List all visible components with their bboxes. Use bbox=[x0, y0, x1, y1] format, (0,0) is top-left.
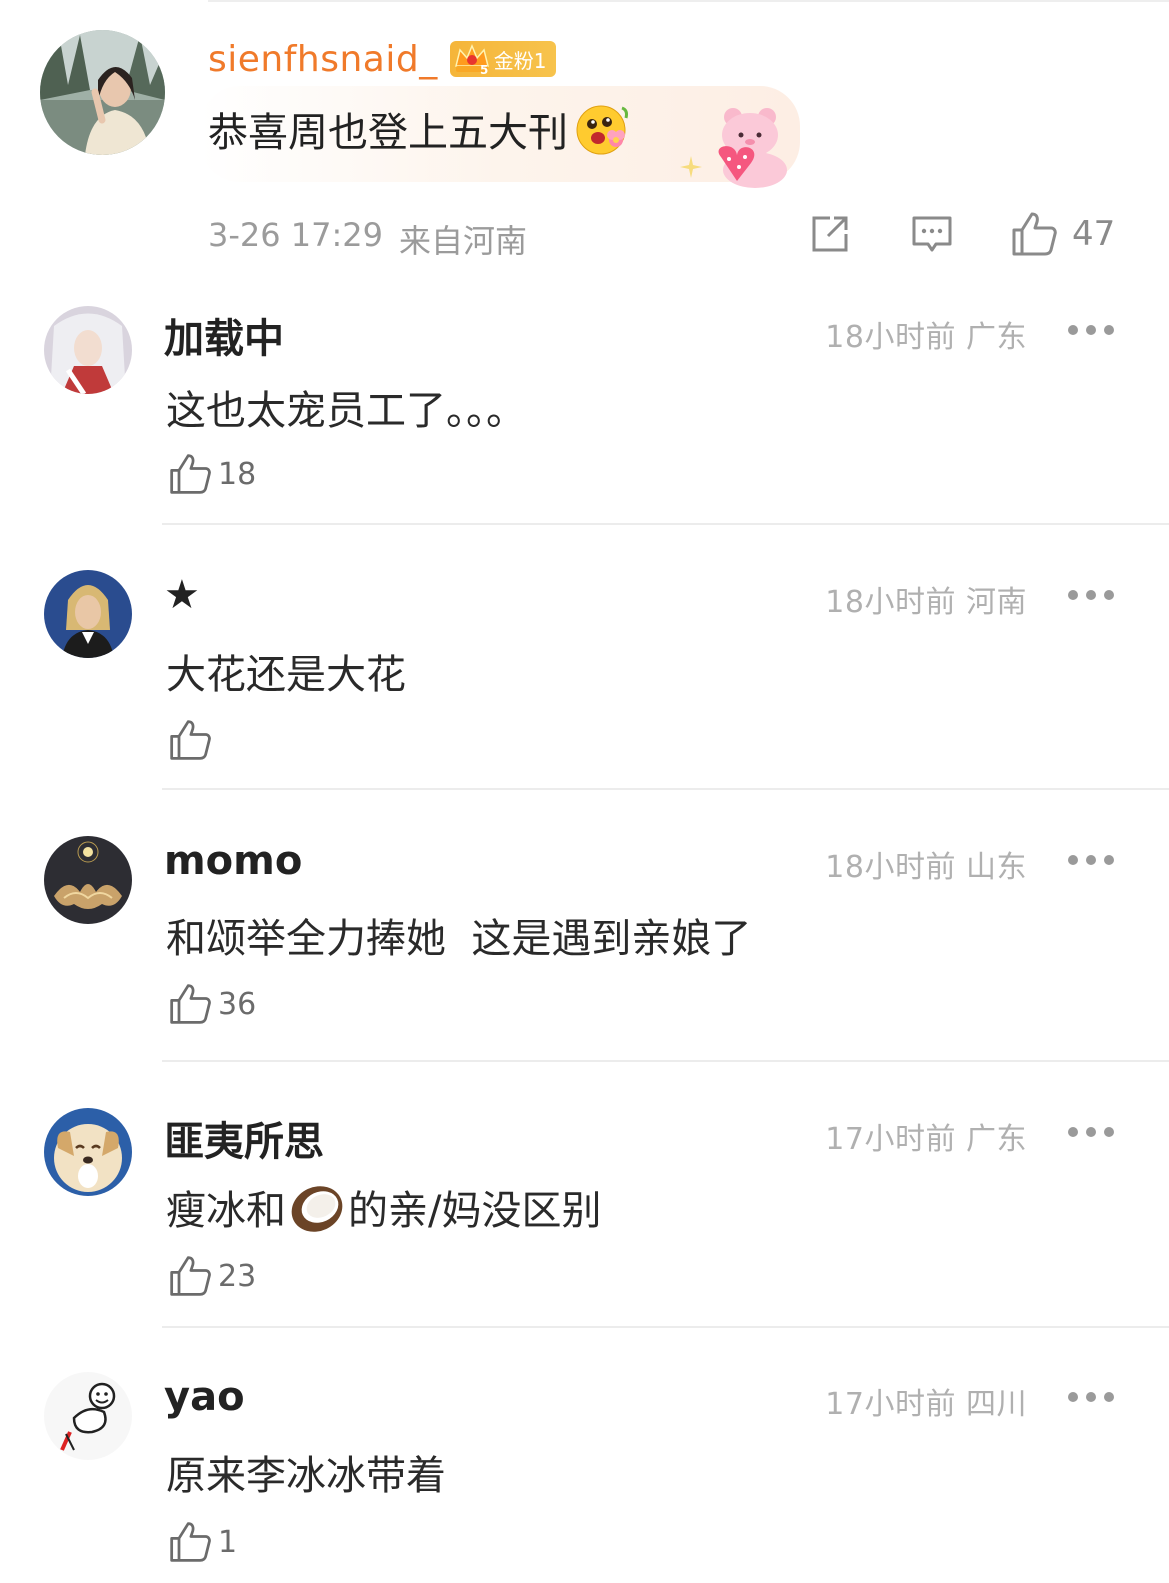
like-icon bbox=[170, 1522, 211, 1562]
reply-username[interactable]: 加载中 bbox=[164, 306, 284, 364]
like-count: 47 bbox=[1072, 214, 1116, 254]
avatar[interactable] bbox=[44, 1108, 132, 1196]
sparkle-icon bbox=[680, 156, 702, 178]
reply-text: 原来李冰冰带着 bbox=[166, 1453, 446, 1499]
like-icon bbox=[170, 454, 211, 494]
more-options-button[interactable] bbox=[1068, 854, 1114, 866]
reply-like-button[interactable]: 1 bbox=[168, 1518, 237, 1566]
reply-text: 这也太宠员工了。。。 bbox=[166, 388, 526, 434]
reply-username[interactable]: yao bbox=[164, 1374, 245, 1420]
username[interactable]: sienfhsnaid_ bbox=[208, 39, 438, 80]
reply-like-button[interactable]: 36 bbox=[168, 980, 256, 1028]
divider bbox=[162, 523, 1169, 525]
avatar[interactable] bbox=[44, 570, 132, 658]
coconut-emoji-icon bbox=[288, 1179, 346, 1235]
reply-like-count: 36 bbox=[218, 986, 257, 1022]
reply-text: 瘦冰和 的亲/妈没区别 bbox=[166, 1178, 601, 1236]
reply-username[interactable]: 匪夷所思 bbox=[164, 1109, 324, 1167]
reply-meta: 18小时前 山东 bbox=[825, 850, 1027, 885]
divider bbox=[162, 788, 1169, 790]
more-options-button[interactable] bbox=[1068, 1126, 1114, 1138]
badge-level: 5 bbox=[480, 63, 488, 76]
reply-text: 大花还是大花 bbox=[166, 652, 406, 698]
reply-text-before: 瘦冰和 bbox=[166, 1188, 286, 1234]
divider bbox=[162, 1326, 1169, 1328]
avatar[interactable] bbox=[40, 30, 165, 155]
reply-like-button[interactable] bbox=[168, 716, 218, 764]
more-options-button[interactable] bbox=[1068, 1391, 1114, 1403]
reply-meta: 18小时前 广东 bbox=[825, 320, 1027, 355]
bear-sticker-icon bbox=[705, 105, 795, 190]
crown-icon: 5 bbox=[450, 41, 494, 77]
more-options-button[interactable] bbox=[1068, 589, 1114, 601]
reply-username[interactable]: momo bbox=[164, 838, 302, 884]
reply-meta: 18小时前 河南 bbox=[825, 585, 1027, 620]
share-button[interactable] bbox=[808, 212, 852, 256]
like-button[interactable]: 47 bbox=[1010, 210, 1115, 258]
reply-meta: 17小时前 广东 bbox=[825, 1122, 1027, 1157]
like-icon bbox=[1012, 212, 1057, 256]
comment-button[interactable] bbox=[910, 212, 954, 256]
post-location: 来自河南 bbox=[399, 222, 528, 260]
share-icon bbox=[812, 216, 848, 252]
avatar[interactable] bbox=[44, 1372, 132, 1460]
post-time: 3-26 17:29 bbox=[208, 216, 384, 254]
reply-text: 和颂举全力捧她 这是遇到亲娘了 bbox=[166, 916, 752, 962]
like-icon bbox=[170, 984, 211, 1024]
flower-face-emoji-icon bbox=[574, 100, 632, 158]
reply-like-count: 23 bbox=[218, 1258, 257, 1294]
reply-text-after: 的亲/妈没区别 bbox=[348, 1188, 602, 1234]
main-comment: sienfhsnaid_ 5 金粉1 恭喜周也登上五大刊 3-26 17:29 … bbox=[0, 0, 1169, 270]
reply-like-count: 18 bbox=[218, 456, 257, 492]
post-text: 恭喜周也登上五大刊 bbox=[208, 110, 568, 156]
like-icon bbox=[170, 720, 211, 760]
comment-icon bbox=[912, 216, 952, 252]
avatar[interactable] bbox=[44, 836, 132, 924]
divider bbox=[162, 1060, 1169, 1062]
reply-like-count: 1 bbox=[218, 1524, 238, 1560]
avatar[interactable] bbox=[44, 306, 132, 394]
like-icon bbox=[170, 1256, 211, 1296]
reply-username[interactable]: ★ bbox=[164, 572, 200, 618]
reply-like-button[interactable]: 23 bbox=[168, 1252, 256, 1300]
badge-label: 金粉1 bbox=[493, 48, 547, 73]
reply-meta: 17小时前 四川 bbox=[825, 1387, 1027, 1422]
more-options-button[interactable] bbox=[1068, 324, 1114, 336]
reply-like-button[interactable]: 18 bbox=[168, 450, 256, 498]
fan-badge[interactable]: 5 金粉1 bbox=[449, 41, 557, 77]
